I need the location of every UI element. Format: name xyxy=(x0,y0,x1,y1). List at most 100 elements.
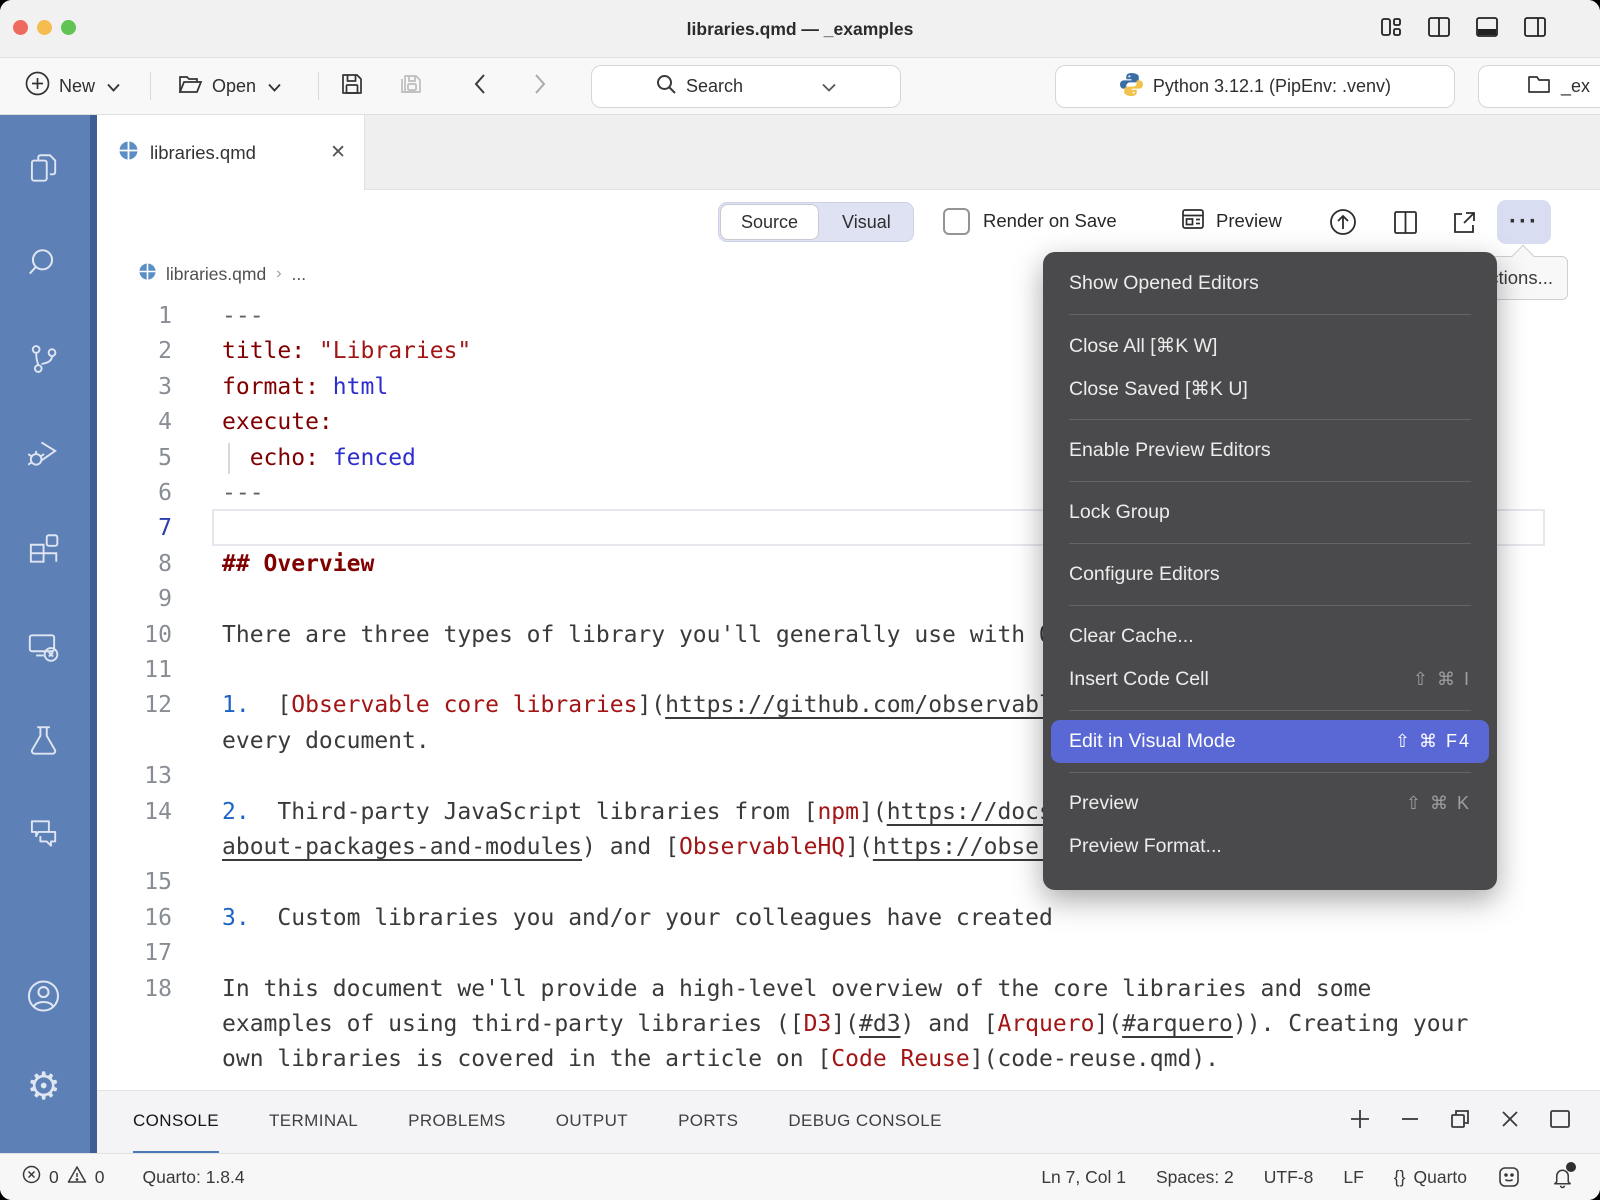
save-button[interactable] xyxy=(338,58,366,114)
line-number: 10 xyxy=(97,617,172,653)
menu-item-edit-in-visual-mode[interactable]: Edit in Visual Mode⇧ ⌘ F4 xyxy=(1051,720,1489,763)
panel-layout-icon[interactable] xyxy=(1548,1107,1572,1136)
accounts-icon[interactable] xyxy=(24,977,62,1020)
close-panel-icon[interactable] xyxy=(1498,1107,1522,1136)
panel-tab-ports[interactable]: PORTS xyxy=(678,1091,738,1154)
top-toolbar: New Open Search Python 3.12.1 (P xyxy=(0,58,1600,115)
menu-item-enable-preview-editors[interactable]: Enable Preview Editors xyxy=(1043,429,1497,472)
menu-item-insert-code-cell[interactable]: Insert Code Cell⇧ ⌘ I xyxy=(1043,658,1497,701)
render-on-save-checkbox[interactable] xyxy=(943,208,970,235)
menu-separator xyxy=(1069,710,1471,711)
code-line-text: ## Overview xyxy=(222,546,374,582)
search-icon xyxy=(656,74,677,100)
render-on-save-label: Render on Save xyxy=(983,190,1117,252)
menu-item-lock-group[interactable]: Lock Group xyxy=(1043,491,1497,534)
save-all-button[interactable] xyxy=(396,58,426,114)
remote-explorer-icon[interactable] xyxy=(26,629,62,670)
notifications-bell-icon[interactable] xyxy=(1551,1165,1574,1189)
error-circle-icon xyxy=(22,1165,41,1189)
language-mode-label: Quarto xyxy=(1414,1167,1468,1188)
window-title: libraries.qmd — _examples xyxy=(0,0,1600,58)
panel-tab-output[interactable]: OUTPUT xyxy=(556,1091,628,1154)
open-button[interactable]: Open xyxy=(176,58,281,114)
restore-panel-icon[interactable] xyxy=(1448,1107,1472,1136)
eol-status[interactable]: LF xyxy=(1343,1167,1363,1188)
settings-gear-icon[interactable]: ⚙ xyxy=(27,1067,61,1105)
editor-context-menu: Show Opened Editors Close All [⌘K W]Close… xyxy=(1043,252,1497,890)
toggle-secondary-sidebar-icon[interactable] xyxy=(1522,14,1548,40)
code-line-text: own libraries is covered in the article … xyxy=(222,1041,1219,1077)
python-logo-icon xyxy=(1119,72,1144,102)
tab-libraries-qmd[interactable]: libraries.qmd ✕ xyxy=(97,115,365,190)
panel-tab-console[interactable]: CONSOLE xyxy=(133,1091,219,1154)
run-debug-icon[interactable] xyxy=(26,435,62,476)
render-document-button[interactable] xyxy=(1323,202,1363,242)
language-mode-status[interactable]: {} Quarto xyxy=(1394,1167,1467,1188)
menu-item-configure-editors[interactable]: Configure Editors xyxy=(1043,553,1497,596)
menu-separator xyxy=(1069,419,1471,420)
problems-status[interactable]: 0 0 xyxy=(22,1165,104,1189)
code-line-text: In this document we'll provide a high-le… xyxy=(222,971,1371,1007)
quarto-version-status[interactable]: Quarto: 1.8.4 xyxy=(142,1167,244,1188)
indentation-status[interactable]: Spaces: 2 xyxy=(1156,1167,1234,1188)
line-number: 16 xyxy=(97,900,172,936)
breadcrumb-section[interactable]: ... xyxy=(292,264,307,285)
warning-count: 0 xyxy=(95,1167,105,1188)
feedback-smiley-icon[interactable] xyxy=(1497,1165,1521,1189)
line-number: 17 xyxy=(97,935,172,971)
explorer-icon[interactable] xyxy=(26,151,62,192)
menu-item-preview[interactable]: Preview⇧ ⌘ K xyxy=(1043,782,1497,825)
navigate-forward-button[interactable] xyxy=(532,58,548,114)
encoding-status[interactable]: UTF-8 xyxy=(1264,1167,1314,1188)
line-number: 5 xyxy=(97,440,172,476)
comments-icon[interactable] xyxy=(26,815,62,856)
line-number: 1 xyxy=(97,298,172,334)
code-line-text: --- xyxy=(222,475,264,511)
more-actions-button[interactable]: ··· xyxy=(1497,200,1551,244)
menu-item-label: Configure Editors xyxy=(1069,563,1220,586)
line-number: 8 xyxy=(97,546,172,582)
source-mode-button[interactable]: Source xyxy=(720,204,819,240)
menu-item-close-saved-k-u[interactable]: Close Saved [⌘K U] xyxy=(1043,367,1497,410)
menu-item-preview-format[interactable]: Preview Format... xyxy=(1043,825,1497,868)
panel-tab-terminal[interactable]: TERMINAL xyxy=(269,1091,358,1154)
customize-layout-icon[interactable] xyxy=(1378,14,1404,40)
workspace-folder-button[interactable]: _ex xyxy=(1478,65,1600,108)
notification-badge xyxy=(1566,1162,1576,1172)
menu-item-shortcut: ⇧ ⌘ F4 xyxy=(1395,731,1471,752)
line-number: 4 xyxy=(97,404,172,440)
toolbar-separator xyxy=(150,72,151,100)
testing-icon[interactable] xyxy=(26,723,62,764)
new-button[interactable]: New xyxy=(24,58,120,114)
menu-item-close-all-k-w[interactable]: Close All [⌘K W] xyxy=(1043,324,1497,367)
line-number: 12 xyxy=(97,687,172,723)
menu-item-show-opened-editors[interactable]: Show Opened Editors xyxy=(1043,262,1497,305)
search-box[interactable]: Search xyxy=(591,65,901,108)
navigate-back-button[interactable] xyxy=(472,58,488,114)
line-number: 7 xyxy=(97,510,172,546)
breadcrumb-file[interactable]: libraries.qmd xyxy=(166,264,266,285)
extensions-icon[interactable] xyxy=(26,531,62,572)
menu-item-label: Insert Code Cell xyxy=(1069,668,1209,691)
minimize-panel-icon[interactable] xyxy=(1398,1107,1422,1136)
split-editor-button[interactable] xyxy=(1385,202,1425,242)
panel-tab-problems[interactable]: PROBLEMS xyxy=(408,1091,506,1154)
chevron-down-icon xyxy=(822,76,836,97)
open-in-new-window-button[interactable] xyxy=(1444,202,1484,242)
menu-item-clear-cache[interactable]: Clear Cache... xyxy=(1043,615,1497,658)
source-control-icon[interactable] xyxy=(26,341,62,382)
interpreter-selector[interactable]: Python 3.12.1 (PipEnv: .venv) xyxy=(1055,65,1455,108)
visual-mode-button[interactable]: Visual xyxy=(820,212,913,233)
panel-tab-debug-console[interactable]: DEBUG CONSOLE xyxy=(788,1091,942,1154)
cursor-position-status[interactable]: Ln 7, Col 1 xyxy=(1041,1167,1126,1188)
code-line: 18In this document we'll provide a high-… xyxy=(97,971,1600,1007)
preview-button[interactable]: Preview xyxy=(1180,190,1282,252)
search-icon[interactable] xyxy=(26,245,62,286)
toggle-panel-icon[interactable] xyxy=(1474,14,1500,40)
split-editor-layout-icon[interactable] xyxy=(1426,14,1452,40)
warning-triangle-icon xyxy=(67,1165,87,1189)
new-console-plus-icon[interactable] xyxy=(1348,1107,1372,1136)
close-tab-icon[interactable]: ✕ xyxy=(330,141,346,164)
menu-separator xyxy=(1069,314,1471,315)
chevron-right-icon xyxy=(532,72,548,101)
